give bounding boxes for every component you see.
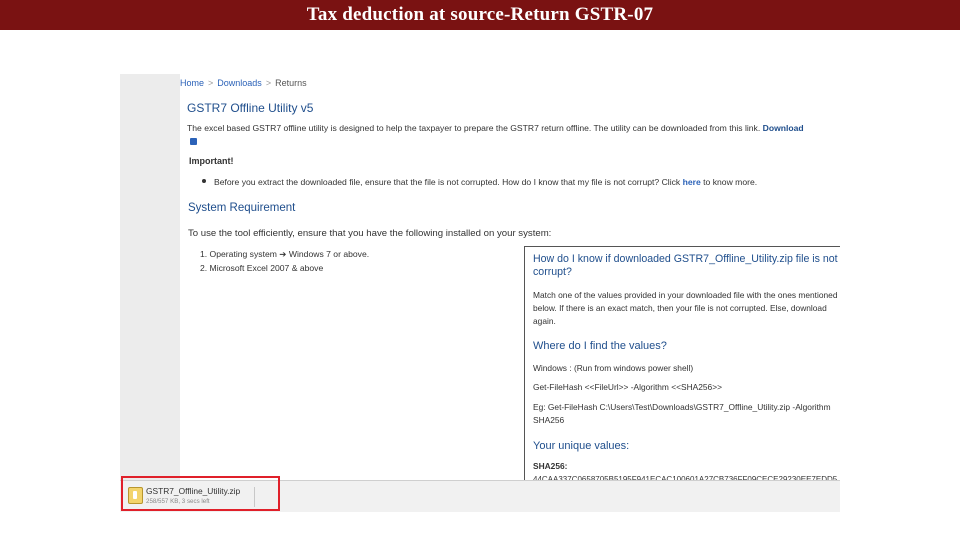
popup-sha-label: SHA256:: [533, 461, 568, 471]
slide-title-bar: Tax deduction at source-Return GSTR-07: [0, 0, 960, 30]
bullet-tail: to know more.: [703, 177, 758, 187]
system-requirement-intro: To use the tool efficiently, ensure that…: [188, 228, 552, 239]
page-content: Home > Downloads > Returns GSTR7 Offline Uti…: [180, 74, 840, 488]
browser-screenshot: Home > Downloads > Returns GSTR7 Offline Uti…: [120, 74, 840, 512]
popup-windows-line: Windows : (Run from windows power shell): [533, 363, 694, 373]
download-link[interactable]: Download: [763, 123, 804, 133]
slide-title: Tax deduction at source-Return GSTR-07: [306, 4, 654, 25]
breadcrumb-returns: Returns: [275, 78, 307, 88]
breadcrumb-home[interactable]: Home: [180, 78, 204, 88]
popup-find-heading: Where do I find the values?: [533, 340, 667, 352]
requirements-list: 1. Operating system ➔ Windows 7 or above…: [200, 247, 369, 275]
page-description: The excel based GSTR7 offline utility is…: [187, 122, 811, 148]
file-integrity-popup: How do I know if downloaded GSTR7_Offlin…: [524, 246, 840, 488]
popup-command-line: Get-FileHash <<FileUrl>> -Algorithm <<SH…: [533, 382, 722, 392]
breadcrumb-separator: >: [208, 78, 214, 88]
breadcrumb-downloads[interactable]: Downloads: [217, 78, 262, 88]
here-link[interactable]: here: [683, 177, 701, 187]
breadcrumb: Home > Downloads > Returns: [180, 78, 307, 88]
page-title: GSTR7 Offline Utility v5: [187, 101, 314, 115]
popup-example-line: Eg: Get-FileHash C:\Users\Test\Downloads…: [533, 402, 831, 425]
bullet-dot-icon: [202, 179, 206, 183]
bullet-text: Before you extract the downloaded file, …: [214, 177, 681, 187]
system-requirement-heading: System Requirement: [188, 202, 296, 214]
download-highlight-box: [121, 476, 280, 511]
important-bullet: Before you extract the downloaded file, …: [202, 177, 822, 187]
breadcrumb-separator: >: [265, 78, 272, 88]
requirement-item: 1. Operating system ➔ Windows 7 or above…: [200, 249, 370, 259]
popup-unique-heading: Your unique values:: [533, 440, 630, 452]
popup-intro: Match one of the values provided in your…: [533, 290, 838, 326]
description-text: The excel based GSTR7 offline utility is…: [187, 123, 761, 133]
important-label: Important!: [189, 156, 234, 166]
external-link-icon[interactable]: [190, 138, 197, 145]
popup-title: How do I know if downloaded GSTR7_Offlin…: [533, 253, 838, 278]
requirement-item: 2. Microsoft Excel 2007 & above: [200, 263, 324, 273]
